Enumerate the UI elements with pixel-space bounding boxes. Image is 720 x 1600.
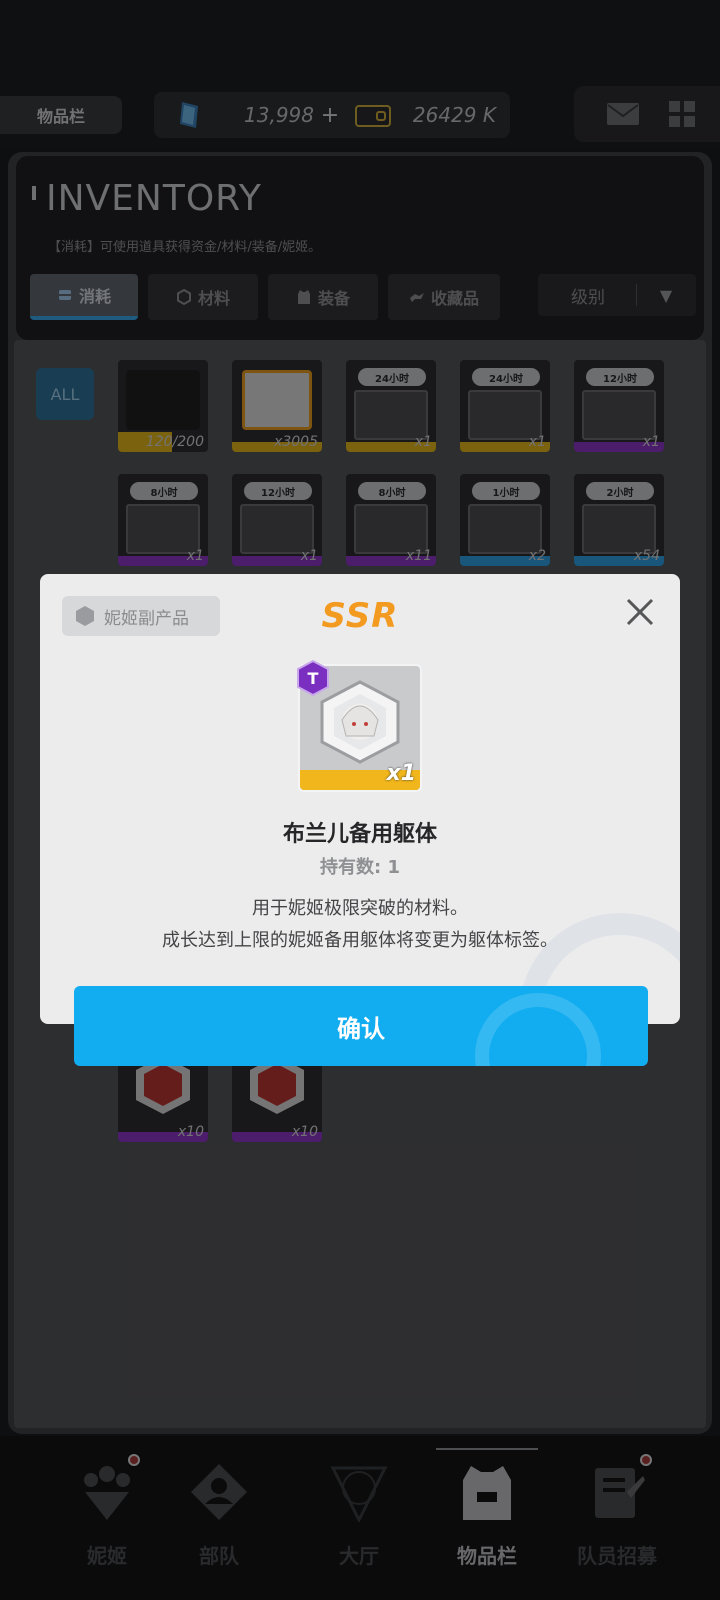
tier-letter: T [307,668,319,688]
close-icon[interactable] [620,592,660,632]
hexagon-icon [76,606,94,626]
item-category-label: 妮姬副产品 [104,608,189,629]
confirm-label: 确认 [337,1014,385,1043]
owned-count: 持有数: 1 [320,857,400,878]
item-name: 布兰儿备用躯体 [282,822,437,847]
nikke-body-icon [320,680,400,764]
item-description-line: 成长达到上限的妮姬备用躯体将变更为躯体标签。 [162,930,558,951]
background-emblem [519,913,680,1024]
tier-badge: T [296,659,330,697]
button-emblem [475,993,601,1066]
item-count: x1 [386,761,417,786]
rarity-label: SSR [321,596,399,636]
confirm-button[interactable]: 确认 [74,986,648,1066]
item-category-tag: 妮姬副产品 [62,596,220,636]
item-detail-dialog [40,574,680,1024]
item-description-line: 用于妮姬极限突破的材料。 [252,898,468,919]
